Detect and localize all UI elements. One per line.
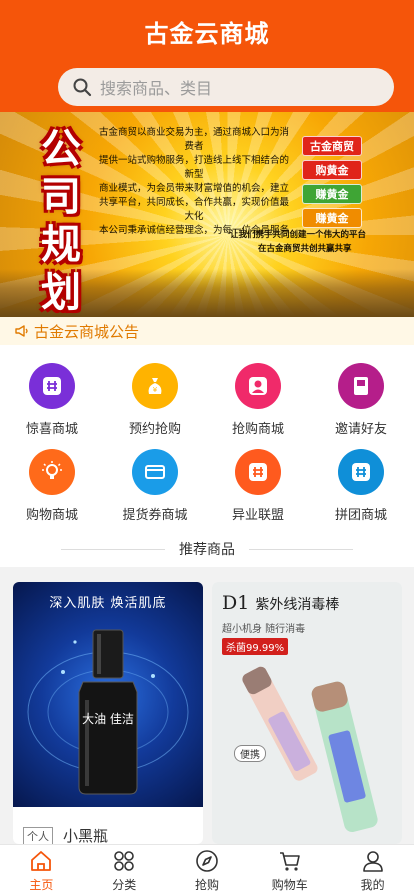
- menu-item-label: 惊喜商城: [25, 422, 78, 437]
- menu-item-label: 抢购商城: [231, 422, 284, 437]
- banner-footer-line: 在古金商贸共创共赢共享: [258, 244, 352, 254]
- feature-menu: 惊喜商城 ¥ 预约抢购 抢购商城 邀请好友 购物商城 提货券商城 异业联盟 拼团…: [0, 345, 414, 531]
- serum-bottle-illustration: [27, 629, 189, 795]
- banner-line: 商业模式，为会员带来财富增值的机会，建立: [98, 183, 289, 194]
- banner-tag: 赚黄金: [302, 208, 362, 228]
- search-icon: [73, 78, 92, 97]
- banner-tag: 古金商贸: [302, 136, 362, 156]
- tab-label: 抢购: [194, 878, 219, 892]
- menu-item-label: 异业联盟: [231, 508, 284, 523]
- product-card[interactable]: D1 紫外线消毒棒 超小机身 随行消毒 杀菌99.99% 便携: [212, 582, 402, 844]
- product-badge: 个人: [23, 826, 53, 844]
- grid-icon: [29, 363, 75, 409]
- home-icon: [31, 851, 52, 871]
- bottom-tab-bar: 主页 分类 抢购 购物车 我的: [0, 844, 414, 896]
- money-bag-icon: ¥: [132, 363, 178, 409]
- menu-item-label: 邀请好友: [334, 422, 387, 437]
- tab-label: 购物车: [271, 878, 308, 892]
- tab-flash-sale[interactable]: 抢购: [166, 845, 249, 896]
- banner-line: 古金商贸以商业交易为主，通过商城入口为消费者: [98, 127, 289, 152]
- menu-item-surprise-mall[interactable]: 惊喜商城: [7, 363, 97, 437]
- category-icon: [114, 851, 134, 871]
- banner-char-1: 公: [41, 125, 81, 172]
- menu-item-label: 购物商城: [25, 508, 78, 523]
- product-image: 深入肌肤 焕活肌底 大油 佳洁: [13, 582, 203, 807]
- tab-label: 分类: [112, 878, 137, 892]
- grid-icon: [235, 449, 281, 495]
- banner-tag: 购黄金: [302, 160, 362, 180]
- cart-icon: [279, 852, 300, 871]
- banner-char-2: 司: [41, 173, 81, 220]
- divider: [61, 548, 165, 550]
- banner-paragraph: 古金商贸以商业交易为主，通过商城入口为消费者 提供一站式购物服务，打造线上线下相…: [98, 126, 290, 238]
- menu-item-label: 拼团商城: [334, 508, 387, 523]
- menu-item-group-buy-mall[interactable]: 拼团商城: [316, 449, 406, 523]
- product-image: D1 紫外线消毒棒 超小机身 随行消毒 杀菌99.99% 便携: [212, 582, 402, 844]
- banner-footer-line: 让我们携手共同创建一个伟大的平台: [230, 230, 367, 240]
- banner-char-3: 规: [41, 221, 81, 268]
- menu-item-alliance[interactable]: 异业联盟: [213, 449, 303, 523]
- notice-text: 古金云商城公告: [34, 322, 140, 341]
- tab-profile[interactable]: 我的: [331, 845, 414, 896]
- uv-wand-illustration: [242, 666, 378, 832]
- menu-item-label: 预约抢购: [128, 422, 181, 437]
- menu-item-label: 提货券商城: [122, 508, 188, 523]
- banner-line: 共享平台，共同成长，合作共赢，实现价值最大化: [98, 197, 289, 222]
- bulb-icon: [29, 449, 75, 495]
- product-name: 小黑瓶: [63, 827, 109, 844]
- grid-icon: [338, 449, 384, 495]
- compass-icon: [196, 850, 218, 872]
- user-icon: [362, 851, 383, 872]
- menu-item-voucher-mall[interactable]: 提货券商城: [110, 449, 200, 523]
- tab-label: 主页: [29, 878, 54, 892]
- product-list: 深入肌肤 焕活肌底 大油 佳洁 个人 小黑瓶 D1 紫外线消毒棒 超小机身 随行…: [0, 567, 414, 844]
- product-portable-label: 便携: [234, 745, 266, 762]
- bottle-label-text: 大油 佳洁: [82, 712, 134, 726]
- search-bar-container: 搜索商品、类目: [0, 62, 414, 112]
- section-title: 推荐商品: [179, 542, 235, 558]
- app-header: 古金云商城: [0, 0, 414, 62]
- person-icon: [235, 363, 281, 409]
- card-icon: [132, 449, 178, 495]
- search-input[interactable]: 搜索商品、类目: [58, 68, 394, 106]
- page-title: 古金云商城: [144, 19, 270, 48]
- svg-text:¥: ¥: [153, 386, 158, 394]
- product-card[interactable]: 深入肌肤 焕活肌底 大油 佳洁 个人 小黑瓶: [13, 582, 203, 844]
- promo-banner[interactable]: 公 司 规 划 古金商贸以商业交易为主，通过商城入口为消费者 提供一站式购物服务…: [0, 112, 414, 317]
- search-placeholder: 搜索商品、类目: [100, 79, 213, 98]
- tab-home[interactable]: 主页: [0, 845, 83, 896]
- banner-char-4: 划: [41, 269, 81, 316]
- tab-category[interactable]: 分类: [83, 845, 166, 896]
- banner-tag: 赚黄金: [302, 184, 362, 204]
- book-icon: [338, 363, 384, 409]
- menu-item-shopping-mall[interactable]: 购物商城: [7, 449, 97, 523]
- menu-item-invite-friends[interactable]: 邀请好友: [316, 363, 406, 437]
- tab-label: 我的: [360, 878, 385, 892]
- section-header: 推荐商品: [0, 531, 414, 567]
- megaphone-icon: [15, 325, 28, 337]
- banner-line: 提供一站式购物服务，打造线上线下相结合的新型: [98, 155, 289, 180]
- product-name-row: 个人 小黑瓶: [23, 825, 108, 844]
- divider: [249, 548, 353, 550]
- notice-bar[interactable]: 古金云商城公告: [0, 317, 414, 345]
- tab-cart[interactable]: 购物车: [248, 845, 331, 896]
- menu-item-reservation[interactable]: ¥ 预约抢购: [110, 363, 200, 437]
- menu-item-flash-sale-mall[interactable]: 抢购商城: [213, 363, 303, 437]
